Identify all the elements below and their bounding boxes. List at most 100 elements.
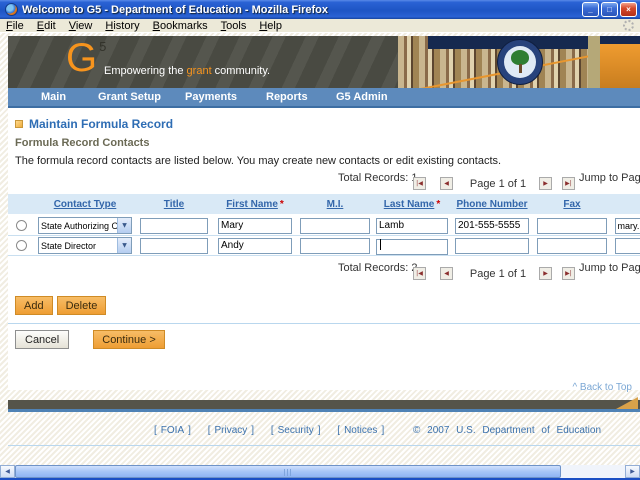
divider bbox=[8, 323, 640, 324]
next-page-button[interactable]: ▶ bbox=[539, 177, 552, 190]
row1-contact-type-select[interactable]: State Authorizing Official ▼ bbox=[38, 217, 132, 234]
menu-view[interactable]: View bbox=[69, 20, 93, 32]
table-row: State Director ▼ bbox=[8, 236, 640, 256]
menu-bookmarks[interactable]: Bookmarks bbox=[153, 20, 208, 32]
department-of-education-seal bbox=[497, 39, 543, 85]
col-header-first-name[interactable]: First Name bbox=[226, 199, 278, 210]
scrollbar-thumb[interactable] bbox=[15, 465, 561, 478]
jump-to-page-label: Jump to Page bbox=[579, 262, 640, 274]
required-marker: * bbox=[279, 198, 284, 210]
jump-to-page-label: Jump to Page bbox=[579, 172, 640, 184]
banner: G5 Empowering the grant community. bbox=[8, 36, 640, 88]
window-title: Welcome to G5 - Department of Education … bbox=[22, 3, 328, 16]
section-title: Formula Record Contacts bbox=[15, 137, 150, 149]
scrollbar-track[interactable] bbox=[15, 465, 625, 478]
col-header-fax[interactable]: Fax bbox=[563, 199, 580, 210]
prev-page-button[interactable]: ◀ bbox=[440, 267, 453, 280]
row1-fax-input[interactable] bbox=[537, 217, 607, 234]
nav-grant-setup[interactable]: Grant Setup bbox=[98, 91, 161, 103]
close-button[interactable]: × bbox=[620, 2, 637, 17]
throbber-icon bbox=[623, 20, 634, 31]
required-marker: * bbox=[436, 198, 441, 210]
banner-tagline: Empowering the grant community. bbox=[104, 65, 271, 77]
row1-mi-input[interactable] bbox=[300, 217, 370, 234]
copyright: © 2007 U.S. Department of Education bbox=[413, 425, 602, 436]
page-viewport: G5 Empowering the grant community. Main … bbox=[0, 33, 640, 465]
prev-page-button[interactable]: ◀ bbox=[440, 177, 453, 190]
row2-select-radio[interactable] bbox=[15, 240, 27, 251]
total-records-top: Total Records: 1 bbox=[338, 172, 418, 184]
last-page-button[interactable]: ▶| bbox=[562, 267, 575, 280]
row2-title-input[interactable] bbox=[140, 237, 208, 254]
total-records-bottom: Total Records: 2 bbox=[338, 262, 418, 274]
menu-edit[interactable]: Edit bbox=[37, 20, 56, 32]
col-header-mi[interactable]: M.I. bbox=[327, 199, 344, 210]
row2-last-name-input[interactable] bbox=[376, 238, 448, 255]
row1-select-radio[interactable] bbox=[15, 220, 27, 231]
menu-history[interactable]: History bbox=[105, 20, 139, 32]
row1-email-input[interactable] bbox=[614, 217, 640, 234]
menu-tools[interactable]: Tools bbox=[221, 20, 247, 32]
menu-help[interactable]: Help bbox=[259, 20, 282, 32]
continue-button[interactable]: Continue > bbox=[93, 330, 165, 349]
scroll-right-button[interactable]: ▶ bbox=[625, 465, 640, 478]
cancel-button[interactable]: Cancel bbox=[15, 330, 70, 349]
page-title: Maintain Formula Record bbox=[29, 116, 174, 131]
row1-last-name-input[interactable] bbox=[376, 217, 448, 234]
footer-link-notices[interactable]: Notices bbox=[344, 425, 377, 436]
add-button[interactable]: Add bbox=[15, 296, 53, 315]
col-header-phone[interactable]: Phone Number bbox=[456, 199, 527, 210]
main-nav: Main Grant Setup Payments Reports G5 Adm… bbox=[8, 88, 640, 108]
horizontal-scrollbar[interactable]: ◀ ▶ bbox=[0, 465, 640, 478]
pager-bottom: Total Records: 2 |◀ ◀ Page 1 of 1 ▶ ▶| J… bbox=[8, 260, 640, 284]
nav-main[interactable]: Main bbox=[41, 91, 66, 103]
nav-g5-admin[interactable]: G5 Admin bbox=[336, 91, 388, 103]
chevron-down-icon: ▼ bbox=[117, 218, 131, 233]
col-header-last-name[interactable]: Last Name bbox=[384, 199, 435, 210]
browser-window: Welcome to G5 - Department of Education … bbox=[0, 0, 640, 480]
scrollbar-grip bbox=[284, 469, 293, 476]
row2-fax-input[interactable] bbox=[537, 237, 607, 254]
row2-contact-type-select[interactable]: State Director ▼ bbox=[38, 237, 132, 254]
footer-link-foia[interactable]: FOIA bbox=[161, 425, 184, 436]
row2-email-input[interactable] bbox=[614, 237, 640, 254]
footer-link-privacy[interactable]: Privacy bbox=[214, 425, 247, 436]
page-indicator: Page 1 of 1 bbox=[469, 177, 527, 190]
col-header-title[interactable]: Title bbox=[164, 199, 184, 210]
last-page-button[interactable]: ▶| bbox=[562, 177, 575, 190]
row2-mi-input[interactable] bbox=[300, 237, 370, 254]
nav-payments[interactable]: Payments bbox=[185, 91, 237, 103]
banner-khaki-strip bbox=[588, 36, 600, 88]
title-bar: Welcome to G5 - Department of Education … bbox=[0, 0, 640, 19]
row2-phone-input[interactable] bbox=[455, 237, 529, 254]
text-cursor bbox=[380, 239, 381, 251]
menu-file[interactable]: File bbox=[6, 20, 24, 32]
footer-link-security[interactable]: Security bbox=[278, 425, 314, 436]
col-header-contact-type[interactable]: Contact Type bbox=[54, 199, 117, 210]
row1-first-name-input[interactable] bbox=[218, 217, 292, 234]
content-area: Maintain Formula Record Formula Record C… bbox=[8, 108, 640, 393]
delete-button[interactable]: Delete bbox=[56, 296, 107, 315]
banner-orange-block bbox=[600, 44, 640, 88]
g5-logo: G5 bbox=[66, 36, 107, 80]
page-indicator: Page 1 of 1 bbox=[469, 267, 527, 280]
menu-bar: File Edit View History Bookmarks Tools H… bbox=[0, 19, 640, 33]
row1-phone-input[interactable] bbox=[455, 217, 529, 234]
first-page-button[interactable]: |◀ bbox=[413, 267, 426, 280]
maximize-button[interactable]: □ bbox=[601, 2, 618, 17]
minimize-button[interactable]: _ bbox=[582, 2, 599, 17]
bullet-icon bbox=[15, 119, 23, 128]
chevron-down-icon: ▼ bbox=[117, 238, 131, 253]
row1-title-input[interactable] bbox=[140, 217, 208, 234]
scroll-left-button[interactable]: ◀ bbox=[0, 465, 15, 478]
first-page-button[interactable]: |◀ bbox=[413, 177, 426, 190]
footer-orange-triangle bbox=[616, 397, 638, 409]
footer: [FOIA] [Privacy] [Security] [Notices] © … bbox=[154, 425, 602, 436]
next-page-button[interactable]: ▶ bbox=[539, 267, 552, 280]
divider bbox=[8, 445, 640, 446]
nav-reports[interactable]: Reports bbox=[266, 91, 308, 103]
contacts-table: Contact Type Title First Name * M.I. Last… bbox=[8, 194, 640, 256]
row2-first-name-input[interactable] bbox=[218, 237, 292, 254]
back-to-top-link[interactable]: ^ Back to Top bbox=[572, 382, 632, 393]
firefox-icon bbox=[5, 3, 18, 16]
